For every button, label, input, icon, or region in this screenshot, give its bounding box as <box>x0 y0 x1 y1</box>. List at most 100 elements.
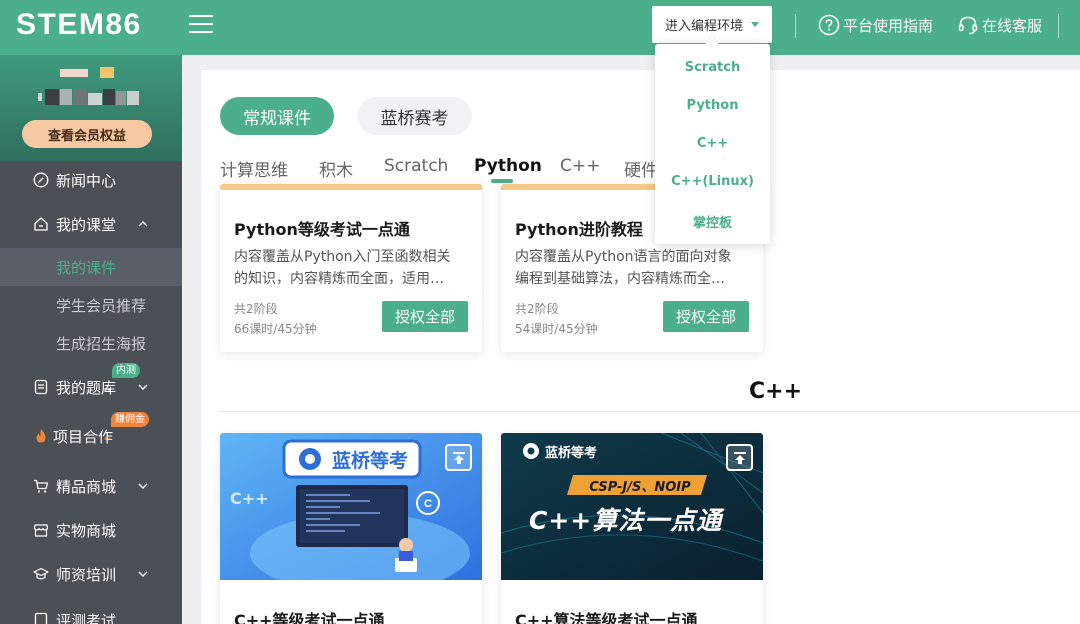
sidebar-item-label: 学生会员推荐 <box>56 296 147 315</box>
online-service-label: 在线客服 <box>982 16 1043 35</box>
username-obscured <box>116 91 126 105</box>
tab-regular-courses[interactable]: 常规课件 <box>220 97 334 135</box>
subtab-scratch[interactable]: Scratch <box>384 156 448 176</box>
subtab-python[interactable]: Python <box>474 156 542 176</box>
subtab-cpp[interactable]: C++ <box>560 156 600 176</box>
chevron-down-icon <box>138 571 148 577</box>
sidebar-item-label: 精品商城 <box>56 477 117 496</box>
internal-test-badge: 内测 <box>112 363 140 378</box>
document-icon <box>34 379 48 395</box>
help-icon <box>818 14 840 36</box>
sidebar-item-label: 实物商城 <box>56 521 117 540</box>
arrow-up-icon <box>452 451 465 464</box>
earn-commission-badge: 赚佣金 <box>111 412 149 427</box>
course-title: C++等级考试一点通 <box>234 611 385 624</box>
main-content: 常规课件 蓝桥赛考 计算思维 积木 Scratch Python C++ 硬件 … <box>201 70 1080 624</box>
subtab-blocks[interactable]: 积木 <box>319 156 353 181</box>
compass-icon <box>33 172 49 188</box>
course-description: 内容覆盖从Python入门至函数相关 的知识，内容精炼而全面，适用… <box>234 246 472 290</box>
authorize-all-button[interactable]: 授权全部 <box>382 301 468 332</box>
sidebar-item-classroom[interactable]: 我的课堂 <box>0 204 182 244</box>
stem86-logo[interactable]: STEM86 <box>16 8 142 42</box>
sidebar-item-teacher-training[interactable]: 师资培训 <box>0 554 182 594</box>
course-banner: C 蓝桥等考 C++ <box>220 433 482 580</box>
graduation-cap-icon <box>33 567 49 580</box>
course-banner: 蓝桥等考 CSP-J/S、NOIP C++算法一点通 <box>501 433 763 580</box>
sidebar-item-label: 项目合作 <box>53 427 114 446</box>
banner-brand-text: 蓝桥等考 <box>332 450 409 472</box>
sidebar-item-mall[interactable]: 精品商城 <box>0 466 182 506</box>
card-image-edge <box>220 184 482 190</box>
course-stages: 共2阶段 <box>515 302 559 316</box>
course-description-line: 内容覆盖从Python语言的面向对象 <box>515 249 732 265</box>
view-member-benefits-button[interactable]: 查看会员权益 <box>22 120 152 148</box>
course-card[interactable]: 蓝桥等考 CSP-J/S、NOIP C++算法一点通 C++算法等级考试一点通 <box>501 433 763 624</box>
course-lessons: 54课时/45分钟 <box>515 322 598 336</box>
course-title: C++算法等级考试一点通 <box>515 611 698 624</box>
online-service-link[interactable]: 在线客服 <box>957 12 1042 38</box>
section-title-cpp: C++ <box>749 379 803 404</box>
sidebar-item-evaluation[interactable]: 评测考试 <box>0 600 182 624</box>
dropdown-item-mpython-board[interactable]: 掌控板 <box>655 212 770 231</box>
course-card[interactable]: C 蓝桥等考 C++ C++等级考试一点通 <box>220 433 482 624</box>
username-obscured <box>88 93 102 105</box>
sidebar-item-news[interactable]: 新闻中心 <box>0 160 182 200</box>
course-title: Python进阶教程 <box>515 220 643 239</box>
subtab-computational-thinking[interactable]: 计算思维 <box>220 156 288 181</box>
svg-text:C: C <box>424 498 432 510</box>
headset-icon <box>958 16 978 35</box>
pin-to-top-button[interactable] <box>445 444 472 471</box>
divider <box>795 14 796 38</box>
sidebar-item-label: 我的课堂 <box>56 215 117 234</box>
platform-guide-link[interactable]: 平台使用指南 <box>818 12 933 38</box>
course-card[interactable]: Python等级考试一点通 内容覆盖从Python入门至函数相关 的知识，内容精… <box>220 184 482 352</box>
sidebar-item-label: 新闻中心 <box>56 171 117 190</box>
sidebar: 查看会员权益 新闻中心 我的课堂 我的课件 学生会员推荐 生成招生海报 我的题库… <box>0 55 182 624</box>
dropdown-item-cpp[interactable]: C++ <box>655 136 770 151</box>
sidebar-item-project[interactable]: 项目合作 <box>0 416 182 456</box>
username-obscured <box>38 93 42 101</box>
programming-env-dropdown: Scratch Python C++ C++(Linux) 掌控板 <box>655 36 770 244</box>
sidebar-subitem-student-recommend[interactable]: 学生会员推荐 <box>0 286 182 324</box>
sidebar-item-label: 我的题库 <box>56 378 117 397</box>
active-tab-indicator <box>491 179 513 183</box>
course-stages: 共2阶段 <box>234 302 278 316</box>
caret-down-icon <box>751 22 759 27</box>
sidebar-item-label: 我的课件 <box>56 258 117 277</box>
divider <box>1058 14 1059 38</box>
dropdown-item-python[interactable]: Python <box>655 98 770 113</box>
username-obscured <box>103 89 115 105</box>
pin-to-top-button[interactable] <box>726 444 753 471</box>
sidebar-subitem-poster[interactable]: 生成招生海报 <box>0 324 182 362</box>
chevron-down-icon <box>138 384 148 390</box>
username-obscured <box>45 89 59 105</box>
banner-brand-text: 蓝桥等考 <box>545 446 598 461</box>
tab-lanqiao-exam[interactable]: 蓝桥赛考 <box>357 97 472 135</box>
avatar <box>60 69 88 77</box>
course-description-line: 内容覆盖从Python入门至函数相关 <box>234 249 451 265</box>
course-description: 内容覆盖从Python语言的面向对象 编程到基础算法，内容精炼而全… <box>515 246 753 290</box>
home-icon <box>34 217 48 231</box>
sidebar-item-physical-mall[interactable]: 实物商城 <box>0 510 182 550</box>
sidebar-subitem-my-courses[interactable]: 我的课件 <box>0 248 182 286</box>
cart-icon <box>34 479 49 493</box>
sidebar-item-question-bank[interactable]: 我的题库 <box>0 367 182 407</box>
username-obscured <box>73 89 87 105</box>
sidebar-item-label: 生成招生海报 <box>56 334 147 353</box>
menu-toggle-icon[interactable] <box>189 13 213 35</box>
dropdown-item-cpp-linux[interactable]: C++(Linux) <box>655 174 770 189</box>
profile-panel: 查看会员权益 <box>0 55 182 161</box>
section-divider <box>220 411 1080 412</box>
dropdown-item-scratch[interactable]: Scratch <box>655 60 770 75</box>
username-obscured <box>60 89 72 105</box>
arrow-up-icon <box>733 451 746 464</box>
course-title: Python等级考试一点通 <box>234 220 410 239</box>
vip-badge-icon <box>100 67 114 78</box>
subtab-hardware[interactable]: 硬件 <box>624 156 658 181</box>
platform-guide-label: 平台使用指南 <box>843 16 934 35</box>
authorize-all-button[interactable]: 授权全部 <box>663 301 749 332</box>
course-description-line: 编程到基础算法，内容精炼而全… <box>515 271 725 287</box>
course-description-line: 的知识，内容精炼而全面，适用… <box>234 271 444 287</box>
banner-main-text: C++算法一点通 <box>529 506 723 535</box>
flame-icon <box>36 429 46 443</box>
